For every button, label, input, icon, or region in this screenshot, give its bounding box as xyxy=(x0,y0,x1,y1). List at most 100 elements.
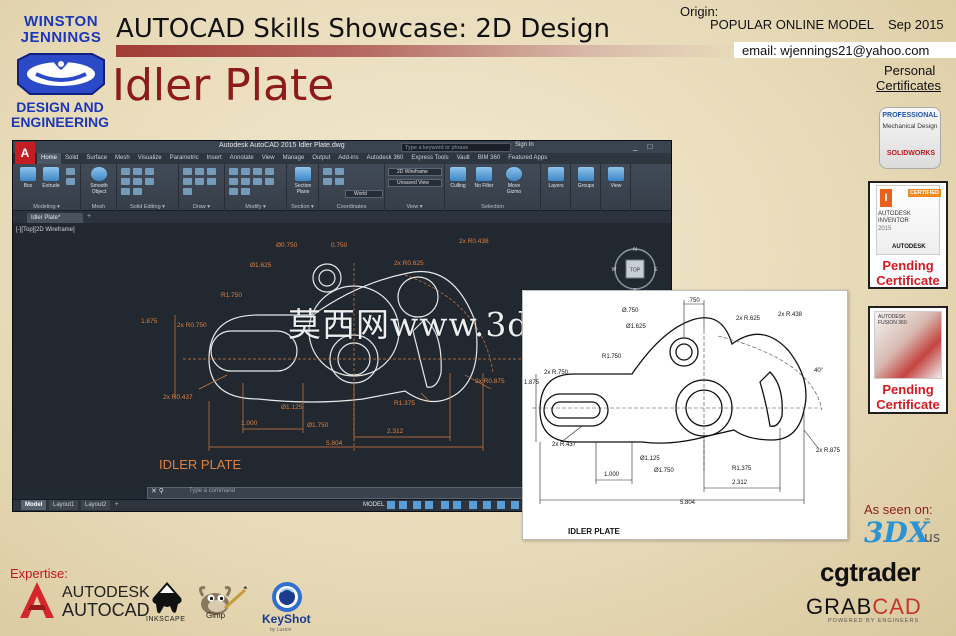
ribbon-tab-solid[interactable]: Solid xyxy=(61,153,82,164)
layout-tab-model[interactable]: Model xyxy=(21,500,47,510)
layout-tab-layout1[interactable]: Layout1 xyxy=(49,500,79,510)
stretch-icon[interactable] xyxy=(253,178,262,185)
interfere-icon[interactable] xyxy=(133,178,142,185)
layers-button[interactable]: Layers xyxy=(545,167,567,189)
ribbon-tab-addins[interactable]: Add-ins xyxy=(334,153,362,164)
slot-left xyxy=(210,330,298,372)
ucs-dropdown[interactable]: World xyxy=(345,190,383,198)
solidworks-badge-subject: Mechanical Design xyxy=(882,123,938,130)
autocad-app-menu-icon[interactable]: A xyxy=(15,142,35,164)
groups-label: Groups xyxy=(577,183,595,189)
command-input[interactable]: Type a command xyxy=(189,488,235,494)
saved-view-dropdown[interactable]: Unsaved View xyxy=(388,179,442,187)
arc-icon[interactable] xyxy=(183,178,192,185)
trim-icon[interactable] xyxy=(253,168,262,175)
culling-button[interactable]: Culling xyxy=(447,167,469,189)
ribbon-tab-vault[interactable]: Vault xyxy=(453,153,474,164)
autocad-search-input[interactable]: Type a keyword or phrase xyxy=(401,143,511,152)
rectangle-icon[interactable] xyxy=(195,178,204,185)
polyline-icon[interactable] xyxy=(195,168,204,175)
ribbon-tab-manage[interactable]: Manage xyxy=(279,153,309,164)
rotate-icon[interactable] xyxy=(241,168,250,175)
3dexport-logo[interactable]: 3DX xyxy=(864,516,930,549)
printed-drawing: Ø.750 Ø1.625 .750 2x R.625 2x R.438 R1.7… xyxy=(524,298,841,536)
print-dim-angle: 40° xyxy=(814,368,824,374)
ribbon-tab-express-tools[interactable]: Express Tools xyxy=(407,153,452,164)
add-layout-plus-icon[interactable]: + xyxy=(111,500,123,510)
email-link[interactable]: email: wjennings21@yahoo.com xyxy=(742,43,929,58)
modeling-tool-icon[interactable] xyxy=(66,168,75,175)
solidworks-badge-level: PROFESSIONAL xyxy=(882,112,938,119)
array-icon[interactable] xyxy=(229,188,238,195)
ribbon-tab-mesh[interactable]: Mesh xyxy=(111,153,134,164)
print-plate-outline xyxy=(539,317,807,444)
ucs-face-icon[interactable] xyxy=(335,178,344,185)
grabcad-logo[interactable]: GRABCAD xyxy=(806,594,922,620)
ucs-icon[interactable] xyxy=(323,168,332,175)
erase-icon[interactable] xyxy=(241,188,250,195)
ribbon-tab-annotate[interactable]: Annotate xyxy=(226,153,258,164)
ribbon-group-selection: Culling No Filter Move Gizmo Selection xyxy=(445,164,541,211)
modeling-tool-icon[interactable] xyxy=(66,178,75,185)
ribbon-tab-output[interactable]: Output xyxy=(308,153,334,164)
viewcube[interactable]: TOP N S E W xyxy=(611,245,659,293)
shell-icon[interactable] xyxy=(121,188,130,195)
status-model-space[interactable]: MODEL xyxy=(363,500,384,510)
circle-icon[interactable] xyxy=(207,168,216,175)
file-tab-idler-plate[interactable]: Idler Plate* xyxy=(27,213,83,223)
union-icon[interactable] xyxy=(121,168,130,175)
ellipse-icon[interactable] xyxy=(183,188,192,195)
move-gizmo-label: Move Gizmo xyxy=(506,183,522,195)
ribbon-group-label: Modeling ▾ xyxy=(33,204,60,210)
smooth-object-button[interactable]: Smooth Object xyxy=(88,167,110,195)
inkscape-logo-icon xyxy=(152,582,182,614)
dim-d1625: Ø1.625 xyxy=(250,262,272,269)
ribbon-tab-surface[interactable]: Surface xyxy=(82,153,111,164)
fillet-icon[interactable] xyxy=(241,178,250,185)
ribbon-tab-parametric[interactable]: Parametric xyxy=(166,153,203,164)
print-dim-w1000: 1.000 xyxy=(604,472,620,478)
command-line-close-icon[interactable]: ✕ ⚲ xyxy=(151,487,164,495)
ribbon-tab-home[interactable]: Home xyxy=(37,153,62,164)
ucs-origin-icon[interactable] xyxy=(335,168,344,175)
subtract-icon[interactable] xyxy=(133,168,142,175)
layout-tab-layout2[interactable]: Layout2 xyxy=(81,500,111,510)
cgtrader-logo[interactable]: cgtrader xyxy=(820,557,921,588)
gizmo-icon xyxy=(506,167,522,181)
move-gizmo-button[interactable]: Move Gizmo xyxy=(503,167,525,195)
dim-r875: 2x R0.875 xyxy=(475,378,505,385)
hatch-icon[interactable] xyxy=(207,178,216,185)
line-icon[interactable] xyxy=(183,168,192,175)
ribbon-group-coordinates: World Coordinates xyxy=(319,164,385,211)
groups-button[interactable]: Groups xyxy=(575,167,597,189)
section-plane-button[interactable]: Section Plane xyxy=(292,167,314,195)
move-icon[interactable] xyxy=(229,168,238,175)
ribbon-tab-bim360[interactable]: BIM 360 xyxy=(474,153,504,164)
ribbon-group-label: Selection xyxy=(481,204,504,210)
ribbon-tab-featured-apps[interactable]: Featured Apps xyxy=(504,153,551,164)
ribbon-tab-view[interactable]: View xyxy=(258,153,279,164)
view-button[interactable]: View xyxy=(605,167,627,189)
ribbon-tab-autodesk360[interactable]: Autodesk 360 xyxy=(363,153,408,164)
visual-style-dropdown[interactable]: 2D Wireframe xyxy=(388,168,442,176)
as-seen-on-label: As seen on: xyxy=(864,502,933,517)
mirror-icon[interactable] xyxy=(229,178,238,185)
copy-icon[interactable] xyxy=(265,168,274,175)
company-logo-mark xyxy=(17,53,105,95)
no-filter-button[interactable]: No Filter xyxy=(473,167,495,189)
scale-icon[interactable] xyxy=(265,178,274,185)
intersect-icon[interactable] xyxy=(145,168,154,175)
fillet-edge-icon[interactable] xyxy=(145,178,154,185)
ucs-view-icon[interactable] xyxy=(323,178,332,185)
extract-edges-icon[interactable] xyxy=(133,188,142,195)
ribbon-tab-insert[interactable]: Insert xyxy=(203,153,226,164)
autocad-sign-in[interactable]: Sign In xyxy=(515,142,534,148)
box-button[interactable]: Box xyxy=(17,167,39,189)
extrude-button[interactable]: Extrude xyxy=(40,167,62,189)
ribbon-group-label: Solid Editing ▾ xyxy=(130,204,165,210)
certificates-link[interactable]: Certificates xyxy=(876,78,941,93)
slice-icon[interactable] xyxy=(121,178,130,185)
ribbon-tab-visualize[interactable]: Visualize xyxy=(134,153,166,164)
status-toggle-icons[interactable] xyxy=(387,501,527,509)
new-tab-plus-icon[interactable]: + xyxy=(87,213,91,220)
